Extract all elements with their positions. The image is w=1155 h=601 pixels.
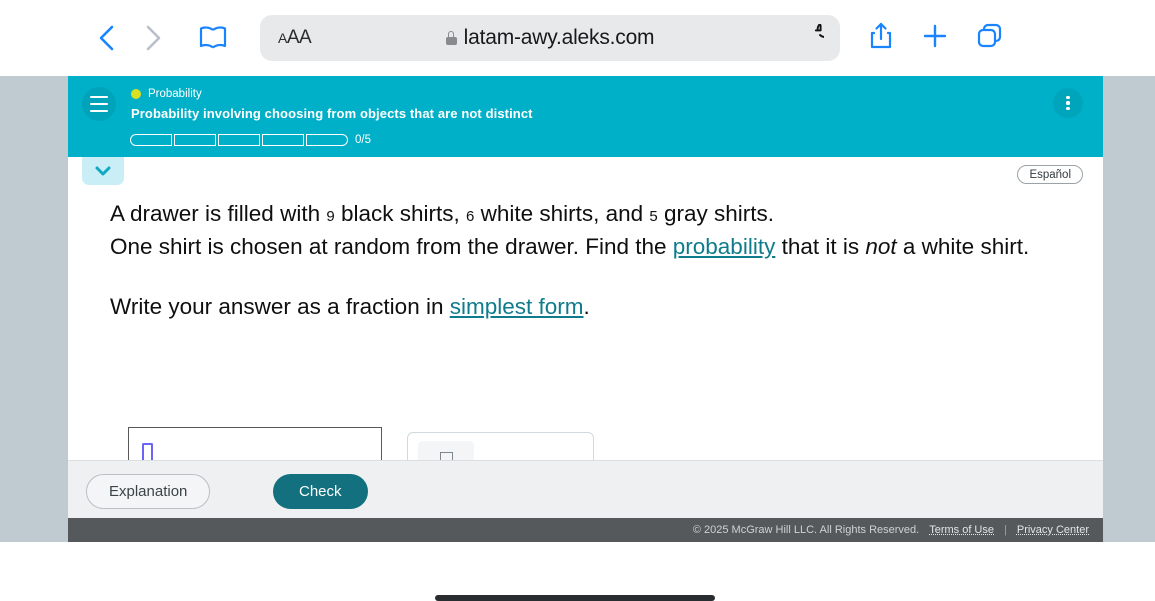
- home-indicator: [435, 595, 715, 601]
- assignment-title: Probability involving choosing from obje…: [131, 106, 533, 121]
- hamburger-menu-icon[interactable]: [82, 87, 116, 121]
- check-button[interactable]: Check: [273, 474, 368, 509]
- progress-segment: [130, 134, 172, 146]
- progress-segment: [306, 134, 348, 146]
- privacy-center-link[interactable]: Privacy Center: [1017, 524, 1089, 536]
- problem-line1-part-b: black shirts,: [334, 201, 466, 226]
- share-button[interactable]: [868, 21, 894, 56]
- back-button[interactable]: [84, 15, 130, 61]
- instruction-prefix: Write your answer as a fraction in: [110, 294, 450, 319]
- progress-track: [130, 134, 348, 146]
- problem-line1-part-d: gray shirts.: [657, 201, 775, 226]
- progress-segment: [174, 134, 216, 146]
- topic-row: Probability: [131, 88, 202, 100]
- safari-actions: [868, 21, 1004, 56]
- action-bar: Explanation Check: [68, 460, 1103, 520]
- collapse-header-button[interactable]: [82, 157, 124, 185]
- page-footer: © 2025 McGraw Hill LLC. All Rights Reser…: [68, 518, 1103, 542]
- text-size-button[interactable]: AAA: [278, 27, 312, 49]
- text-size-label: AA: [286, 27, 312, 48]
- explanation-button[interactable]: Explanation: [86, 474, 211, 509]
- answer-instruction: Write your answer as a fraction in simpl…: [110, 294, 590, 320]
- problem-content: Español A drawer is filled with 9 black …: [68, 157, 1103, 542]
- chevron-down-icon: [95, 166, 111, 176]
- tabs-icon: [977, 23, 1002, 47]
- safari-toolbar: AAA latam-awy.aleks.com: [0, 0, 1155, 76]
- terms-of-use-link[interactable]: Terms of Use: [929, 524, 994, 536]
- problem-line1-part-a: A drawer is filled with: [110, 201, 327, 226]
- progress-count: 0/5: [355, 134, 371, 146]
- lock-icon: [445, 31, 457, 45]
- topic-label: Probability: [148, 88, 202, 100]
- url-display: latam-awy.aleks.com: [260, 26, 840, 50]
- chevron-right-icon: [146, 25, 161, 51]
- bookmarks-button[interactable]: [190, 15, 236, 61]
- forward-button[interactable]: [130, 15, 176, 61]
- problem-statement: A drawer is filled with 9 black shirts, …: [110, 199, 1030, 262]
- instruction-suffix: .: [583, 294, 590, 319]
- url-text: latam-awy.aleks.com: [463, 26, 655, 49]
- gray-shirt-count: 5: [649, 208, 658, 225]
- book-icon: [199, 26, 227, 49]
- share-icon: [870, 22, 892, 48]
- tabs-button[interactable]: [976, 21, 1004, 56]
- problem-line2-part-b: that it is: [775, 234, 866, 259]
- language-toggle-button[interactable]: Español: [1017, 165, 1083, 184]
- problem-line2-part-c: a white shirt.: [896, 234, 1030, 259]
- kebab-menu-icon[interactable]: [1053, 88, 1083, 118]
- problem-line1-part-c: white shirts, and: [474, 201, 650, 226]
- aleks-page: Probability Probability involving choosi…: [68, 76, 1103, 542]
- probability-glossary-link[interactable]: probability: [673, 234, 776, 259]
- aleks-header: Probability Probability involving choosi…: [68, 76, 1103, 157]
- progress-segment: [218, 134, 260, 146]
- browser-viewport: Probability Probability involving choosi…: [0, 76, 1155, 601]
- problem-line2-part-a: One shirt is chosen at random from the d…: [110, 234, 673, 259]
- topic-status-dot: [131, 89, 141, 99]
- reload-button[interactable]: [802, 20, 834, 53]
- plus-icon: [923, 24, 947, 47]
- reload-icon: [814, 20, 834, 38]
- address-bar[interactable]: AAA latam-awy.aleks.com: [260, 15, 840, 61]
- new-tab-button[interactable]: [922, 21, 948, 56]
- chevron-left-icon: [99, 25, 114, 51]
- simplest-form-link[interactable]: simplest form: [450, 294, 584, 319]
- black-shirt-count: 9: [326, 208, 335, 225]
- footer-separator: |: [1004, 524, 1007, 536]
- progress-segment: [262, 134, 304, 146]
- progress-bar: 0/5: [130, 134, 371, 146]
- copyright-text: © 2025 McGraw Hill LLC. All Rights Reser…: [692, 524, 920, 536]
- not-emphasis: not: [865, 234, 897, 259]
